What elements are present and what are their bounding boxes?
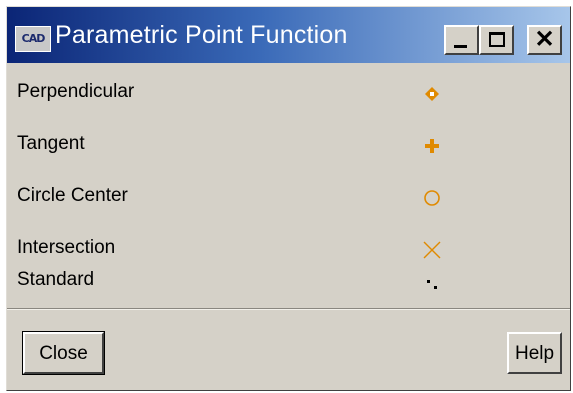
separator <box>7 308 570 310</box>
close-icon: ✕ <box>534 26 555 53</box>
maximize-button[interactable] <box>479 25 514 55</box>
row-label: Standard <box>17 269 95 290</box>
window-close-button[interactable]: ✕ <box>527 25 562 55</box>
point-function-perpendicular[interactable]: Perpendicular <box>7 69 562 121</box>
point-function-circle-center[interactable]: Circle Center <box>7 173 562 225</box>
parametric-point-function-window: CAD Parametric Point Function ✕ Perpendi… <box>6 6 571 391</box>
dot-icon[interactable] <box>417 267 447 297</box>
point-function-standard[interactable]: Standard <box>7 257 562 309</box>
circle-icon[interactable] <box>417 183 447 213</box>
title-bar[interactable]: CAD Parametric Point Function ✕ <box>7 7 570 63</box>
row-label: Circle Center <box>17 185 128 206</box>
diamond-icon[interactable] <box>417 79 447 109</box>
close-button[interactable]: Close <box>22 331 105 375</box>
app-icon[interactable]: CAD <box>15 26 51 52</box>
help-button[interactable]: Help <box>507 332 562 374</box>
window-title: Parametric Point Function <box>55 21 348 49</box>
minimize-button[interactable] <box>444 25 479 55</box>
row-label: Perpendicular <box>17 81 135 102</box>
row-label: Intersection <box>17 237 116 258</box>
plus-icon[interactable] <box>417 131 447 161</box>
point-function-tangent[interactable]: Tangent <box>7 121 562 173</box>
minimize-icon <box>454 45 467 48</box>
row-label: Tangent <box>17 133 85 154</box>
maximize-icon <box>489 32 505 47</box>
